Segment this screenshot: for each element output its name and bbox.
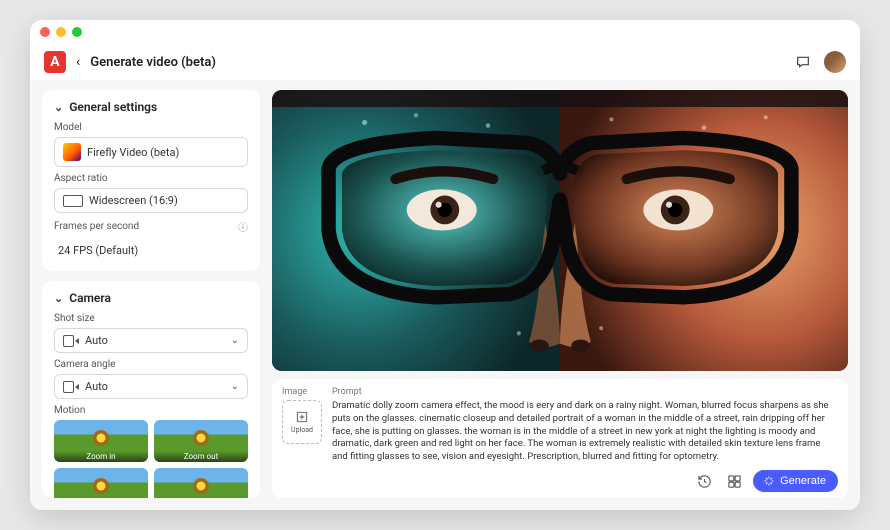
content-area: ⌄ General settings Model Firefly Video (… [30, 80, 860, 510]
model-select[interactable]: Firefly Video (beta) [54, 137, 248, 167]
camera-icon [63, 381, 79, 393]
titlebar [30, 20, 860, 44]
camera-angle-select[interactable]: Auto ⌄ [54, 374, 248, 399]
motion-option-zoom-in[interactable]: Zoom in [54, 420, 148, 462]
logo-letter: A [50, 54, 59, 70]
general-settings-title: General settings [69, 100, 157, 114]
image-label: Image [282, 387, 322, 397]
aspect-label: Aspect ratio [54, 173, 248, 184]
chevron-down-icon: ⌄ [54, 292, 63, 305]
page-title: Generate video (beta) [90, 55, 216, 70]
minimize-dot[interactable] [56, 27, 66, 37]
model-label: Model [54, 122, 248, 133]
camera-title: Camera [69, 291, 111, 305]
motion-caption: Zoom in [54, 451, 148, 462]
shot-size-value: Auto [85, 334, 108, 347]
camera-header[interactable]: ⌄ Camera [54, 291, 248, 305]
prompt-input[interactable]: Dramatic dolly zoom camera effect, the m… [332, 400, 838, 464]
maximize-dot[interactable] [72, 27, 82, 37]
upload-label: Upload [291, 426, 313, 434]
chevron-down-icon: ⌄ [54, 101, 63, 114]
sunflower-thumb [154, 468, 248, 498]
prompt-panel: Image Upload Prompt Dramatic dolly zoom … [272, 379, 848, 498]
shot-size-label: Shot size [54, 313, 248, 324]
avatar[interactable] [824, 51, 846, 73]
shot-size-select[interactable]: Auto ⌄ [54, 328, 248, 353]
motion-label: Motion [54, 405, 248, 416]
app-logo[interactable]: A [44, 51, 66, 73]
camera-angle-value: Auto [85, 380, 108, 393]
settings-icon[interactable] [723, 470, 745, 492]
fps-label: Frames per second ⓘ [54, 219, 248, 234]
chevron-down-icon: ⌄ [231, 335, 239, 346]
video-preview[interactable] [272, 90, 848, 371]
generate-label: Generate [780, 475, 826, 487]
close-dot[interactable] [40, 27, 50, 37]
action-row: Generate [282, 470, 838, 492]
motion-option[interactable] [54, 468, 148, 498]
app-window: A ‹ Generate video (beta) ⌄ General sett… [30, 20, 860, 510]
camera-icon [63, 335, 79, 347]
motion-caption: Zoom out [154, 451, 248, 462]
camera-angle-label: Camera angle [54, 359, 248, 370]
motion-option[interactable] [154, 468, 248, 498]
chevron-down-icon: ⌄ [231, 381, 239, 392]
sparkle-icon [763, 475, 775, 487]
main-area: Image Upload Prompt Dramatic dolly zoom … [272, 90, 848, 498]
camera-panel: ⌄ Camera Shot size Auto ⌄ Camera angle A… [42, 281, 260, 498]
info-icon[interactable]: ⓘ [238, 219, 248, 234]
fps-value: 24 FPS (Default) [54, 238, 248, 259]
sunflower-thumb [54, 468, 148, 498]
upload-button[interactable]: Upload [282, 400, 322, 444]
prompt-label: Prompt [332, 387, 838, 397]
aspect-select[interactable]: Widescreen (16:9) [54, 188, 248, 213]
general-settings-panel: ⌄ General settings Model Firefly Video (… [42, 90, 260, 271]
motion-option-zoom-out[interactable]: Zoom out [154, 420, 248, 462]
generate-button[interactable]: Generate [753, 470, 838, 492]
history-icon[interactable] [693, 470, 715, 492]
model-value: Firefly Video (beta) [87, 146, 179, 159]
motion-grid: Zoom in Zoom out [54, 420, 248, 498]
upload-icon [295, 410, 309, 424]
comment-icon[interactable] [792, 51, 814, 73]
aspect-value: Widescreen (16:9) [89, 194, 178, 207]
general-settings-header[interactable]: ⌄ General settings [54, 100, 248, 114]
widescreen-icon [63, 195, 83, 207]
back-button[interactable]: ‹ [76, 54, 80, 70]
preview-image [272, 90, 848, 371]
sidebar: ⌄ General settings Model Firefly Video (… [42, 90, 260, 498]
model-thumb-icon [63, 143, 81, 161]
header: A ‹ Generate video (beta) [30, 44, 860, 80]
